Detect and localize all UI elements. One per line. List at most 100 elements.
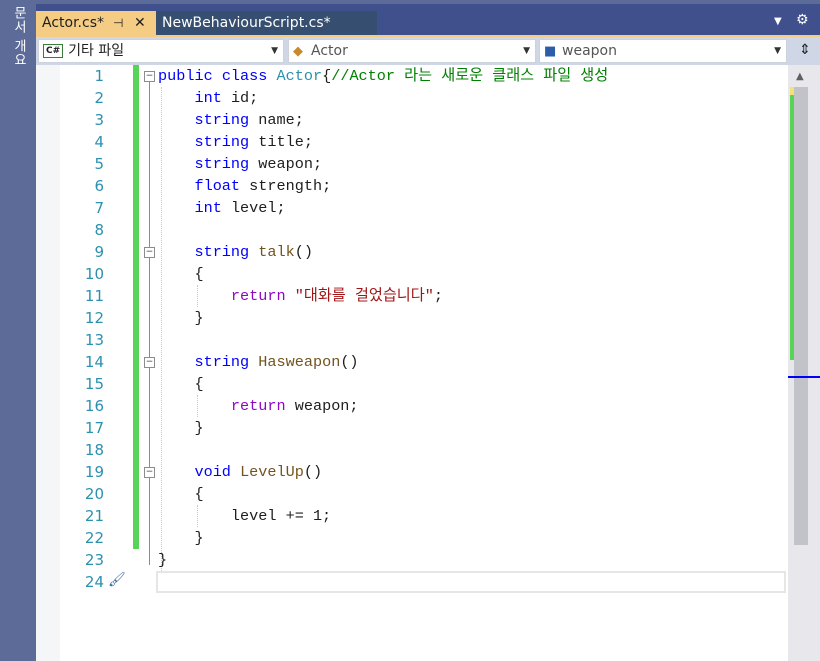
change-marker [133,527,139,549]
class-label: Actor [311,43,348,59]
pin-icon[interactable]: ⊣ [113,11,123,35]
split-window-icon[interactable]: ⇕ [792,39,818,63]
navigation-bar: C# 기타 파일 ▼ ◆ Actor ▼ ■ weapon ▼ ⇕ [36,37,820,65]
class-icon: ◆ [293,44,303,59]
string-literal: "대화를 걸었습니다" [294,287,434,305]
code-line: 18 [60,439,788,461]
line-number: 16 [84,397,104,415]
collapse-icon[interactable]: − [144,71,155,82]
line-number: 9 [94,243,104,261]
brace: } [194,419,204,437]
tab-dropdown-icon[interactable]: ▼ [774,16,782,27]
code-line: 22 } [60,527,788,549]
brace: { [322,67,332,85]
change-marker [133,439,139,461]
code-line: 23 } [60,549,788,571]
keyword: int [194,89,222,107]
line-number: 20 [84,485,104,503]
code-line: 12 } [60,307,788,329]
line-number: 14 [84,353,104,371]
quick-actions-brush-icon[interactable]: 🖌 [108,572,126,588]
line-number: 17 [84,419,104,437]
change-marker [133,307,139,329]
identifier: weapon; [258,155,323,173]
keyword: class [221,67,268,85]
project-dropdown[interactable]: C# 기타 파일 ▼ [38,39,284,63]
code-line: 9 − string talk() [60,241,788,263]
identifier: weapon; [294,397,359,415]
change-marker [133,461,139,483]
code-line: 5 string weapon; [60,153,788,175]
code-line: 7 int level; [60,197,788,219]
keyword: float [194,177,241,195]
change-marker [133,197,139,219]
parentheses: () [294,243,313,261]
comment: //Actor 라는 새로운 클래스 파일 생성 [331,67,609,85]
gear-icon[interactable]: ⚙ [796,12,809,28]
line-number: 23 [84,551,104,569]
document-outline-label[interactable]: 문서 개요 [9,6,28,67]
method-name: talk [258,243,295,261]
chevron-down-icon: ▼ [774,46,781,56]
close-icon[interactable]: ✕ [134,11,146,35]
tab-newbehaviourscript-cs[interactable]: NewBehaviourScript.cs* [156,11,377,37]
line-number: 6 [94,177,104,195]
collapse-icon[interactable]: − [144,467,155,478]
member-label: weapon [562,43,617,59]
change-marker [133,285,139,307]
field-icon: ■ [544,44,557,59]
line-number: 1 [94,67,104,85]
keyword: string [194,155,250,173]
semicolon: ; [433,287,443,305]
class-dropdown[interactable]: ◆ Actor ▼ [288,39,536,63]
change-marker [133,153,139,175]
line-number: 22 [84,529,104,547]
scroll-up-icon[interactable]: ▲ [796,71,804,82]
line-number: 4 [94,133,104,151]
identifier: strength; [249,177,332,195]
member-dropdown[interactable]: ■ weapon ▼ [539,39,787,63]
brace: { [194,265,204,283]
keyword: string [194,133,250,151]
keyword: int [194,199,222,217]
chevron-down-icon: ▼ [271,46,278,56]
change-marker [133,263,139,285]
keyword: string [194,243,250,261]
change-marker [133,351,139,373]
collapse-icon[interactable]: − [144,357,155,368]
code-line: 21 level += 1; [60,505,788,527]
code-line: 11 return "대화를 걸었습니다"; [60,285,788,307]
change-marker [133,175,139,197]
tab-label: NewBehaviourScript.cs* [162,15,331,31]
change-marker [133,87,139,109]
code-editor[interactable]: 1 − public class Actor{//Actor 라는 새로운 클래… [60,65,788,661]
line-number: 12 [84,309,104,327]
line-number: 11 [84,287,104,305]
change-marker [133,65,139,87]
code-line: 24 🖌 [60,571,788,593]
tab-actor-cs[interactable]: Actor.cs* ⊣ ✕ [36,11,156,37]
document-outline-strip[interactable]: 문서 개요 [0,0,36,661]
tab-label: Actor.cs* [42,15,104,31]
chevron-down-icon: ▼ [523,46,530,56]
code-line: 14 − string Hasweapon() [60,351,788,373]
brace: { [194,485,204,503]
method-name: Hasweapon [258,353,341,371]
vertical-scrollbar[interactable]: ▲ [788,65,820,661]
code-line: 1 − public class Actor{//Actor 라는 새로운 클래… [60,65,788,87]
scrollbar-thumb[interactable] [794,87,808,545]
brace: } [194,529,204,547]
editor-left-margin [36,65,60,661]
scrollbar-caret-marker [788,376,820,378]
code-line: 13 [60,329,788,351]
keyword: void [194,463,231,481]
csharp-file-icon: C# [43,44,64,58]
change-marker [133,417,139,439]
keyword: public [158,67,213,85]
code-line: 10 { [60,263,788,285]
tab-bar: Actor.cs* ⊣ ✕ NewBehaviourScript.cs* ▼ ⚙ [36,4,820,37]
brace: } [194,309,204,327]
change-marker [133,219,139,241]
identifier: name; [258,111,304,129]
collapse-icon[interactable]: − [144,247,155,258]
